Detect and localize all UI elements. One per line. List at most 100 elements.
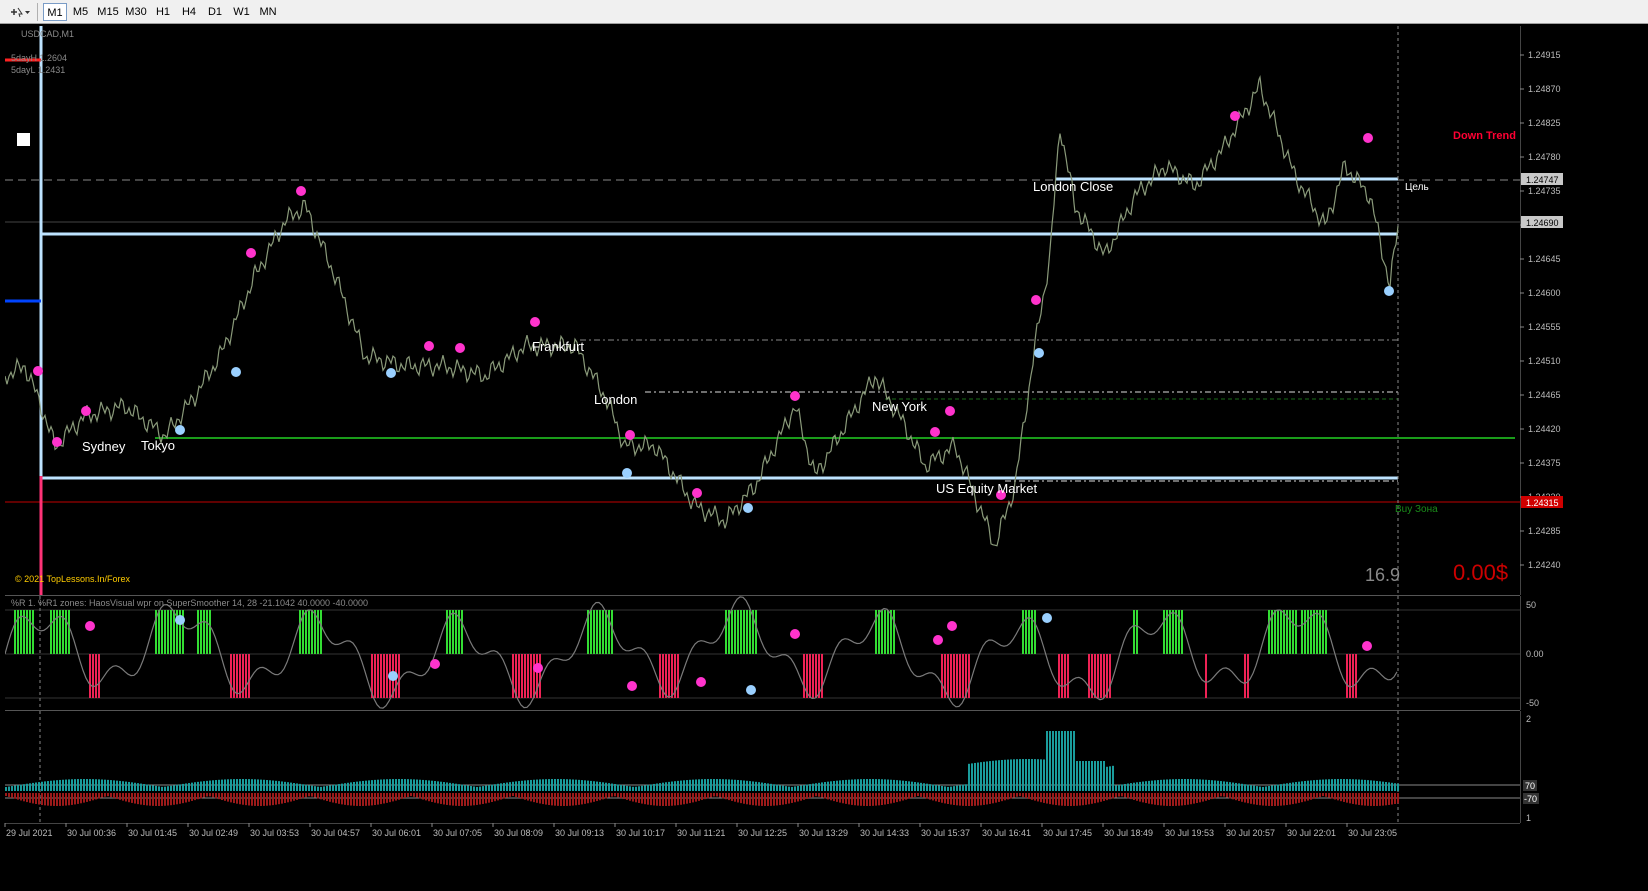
buy-arrow-icon: [1384, 286, 1394, 296]
sell-arrow-icon: [945, 406, 955, 416]
time-tick: 30 Jul 18:49: [1104, 828, 1153, 838]
sell-arrow-icon: [625, 430, 635, 440]
oscillator-title: %R 1. %R1 zones: HaosVisual wpr on Super…: [11, 598, 368, 608]
wpr-oscillator-pane[interactable]: %R 1. %R1 zones: HaosVisual wpr on Super…: [4, 596, 1520, 711]
price-tick: 1.24915: [1528, 50, 1561, 60]
sell-arrow-icon: [627, 681, 637, 691]
session-frankfurt: Frankfurt: [532, 339, 584, 354]
session-new-york: New York: [872, 399, 927, 414]
time-tick: 30 Jul 00:36: [67, 828, 116, 838]
sell-arrow-icon: [33, 366, 43, 376]
hist-tick-1: 1: [1526, 813, 1531, 823]
time-tick: 30 Jul 22:01: [1287, 828, 1336, 838]
time-tick: 30 Jul 04:57: [311, 828, 360, 838]
session-london: London: [594, 392, 637, 407]
price-tick: 1.24465: [1528, 390, 1561, 400]
sell-arrow-icon: [81, 406, 91, 416]
info-line-1: 5dayH 1.2604: [11, 53, 67, 63]
price-tick: 1.24780: [1528, 152, 1561, 162]
price-axis[interactable]: 1.24915 1.24870 1.24825 1.24780 1.24735 1.246…: [1519, 26, 1648, 604]
time-axis[interactable]: 29 Jul 2021 30 Jul 00:36 30 Jul 01:45 30 Ju…: [0, 822, 1648, 886]
checkbox-icon[interactable]: [17, 133, 30, 146]
timeframe-d1-button[interactable]: D1: [202, 3, 228, 21]
buy-zone-label: Buy Зона: [1395, 504, 1438, 515]
timeframe-m15-button[interactable]: M15: [94, 3, 122, 21]
osc-tick-minus50: -50: [1526, 698, 1539, 708]
histogram-axis: 2 70 -70 1: [1519, 711, 1648, 823]
price-series: [4, 75, 1399, 547]
time-tick: 30 Jul 20:57: [1226, 828, 1275, 838]
time-tick: 30 Jul 10:17: [616, 828, 665, 838]
time-tick: 30 Jul 03:53: [250, 828, 299, 838]
time-tick: 30 Jul 02:49: [189, 828, 238, 838]
sell-arrow-icon: [52, 437, 62, 447]
sell-arrow-icon: [696, 677, 706, 687]
timeframe-m1-button[interactable]: M1: [43, 3, 67, 21]
buy-arrow-icon: [1042, 613, 1052, 623]
timeframe-mn-button[interactable]: MN: [255, 3, 281, 21]
sell-arrow-icon: [85, 621, 95, 631]
time-tick: 30 Jul 19:53: [1165, 828, 1214, 838]
osc-tick-0: 0.00: [1526, 649, 1544, 659]
trend-label: Down Trend: [1453, 130, 1516, 142]
time-tick: 30 Jul 08:09: [494, 828, 543, 838]
price-tick: 1.24420: [1528, 424, 1561, 434]
buy-arrow-icon: [175, 615, 185, 625]
price-tick: 1.24285: [1528, 526, 1561, 536]
current-price: 1.24690: [1526, 218, 1559, 228]
buy-arrow-icon: [746, 685, 756, 695]
target-price: 1.24747: [1526, 175, 1559, 185]
sell-arrow-icon: [692, 488, 702, 498]
sell-arrow-icon: [430, 659, 440, 669]
timeframe-toolbar: M1 M5 M15 M30 H1 H4 D1 W1 MN: [0, 0, 1648, 24]
session-sydney: Sydney: [82, 439, 126, 454]
price-tick: 1.24735: [1528, 186, 1561, 196]
sell-arrow-icon: [246, 248, 256, 258]
sell-arrow-icon: [1031, 295, 1041, 305]
time-tick: 30 Jul 16:41: [982, 828, 1031, 838]
timeframe-w1-button[interactable]: W1: [228, 3, 255, 21]
copyright-label: © 2021 TopLessons.In/Forex: [15, 574, 131, 584]
price-tick: 1.24240: [1528, 560, 1561, 570]
session-us-equity: US Equity Market: [936, 481, 1038, 496]
time-tick: 30 Jul 09:13: [555, 828, 604, 838]
time-tick: 30 Jul 13:29: [799, 828, 848, 838]
sell-arrow-icon: [424, 341, 434, 351]
buy-arrow-icon: [231, 367, 241, 377]
price-chart-pane[interactable]: USDCAD,M1 5dayH 1.2604 5dayL 1.2431 Sydn…: [4, 26, 1520, 596]
crosshair-icon[interactable]: [6, 3, 32, 21]
time-tick: 29 Jul 2021: [6, 828, 53, 838]
oscillator-axis: 50 0.00 -50: [1519, 596, 1648, 710]
timeframe-m5-button[interactable]: M5: [67, 3, 94, 21]
timeframe-m30-button[interactable]: M30: [122, 3, 150, 21]
osc-tick-50: 50: [1526, 600, 1536, 610]
sell-arrow-icon: [1363, 133, 1373, 143]
sell-arrow-icon: [1362, 641, 1372, 651]
hist-tick-70: 70: [1525, 781, 1535, 791]
buy-arrow-icon: [743, 503, 753, 513]
session-tokyo: Tokyo: [141, 438, 175, 453]
price-tick: 1.24600: [1528, 288, 1561, 298]
time-tick: 30 Jul 01:45: [128, 828, 177, 838]
sell-arrow-icon: [790, 391, 800, 401]
buy-arrow-icon: [386, 368, 396, 378]
target-label: Цель: [1405, 182, 1429, 193]
symbol-label: USDCAD,M1: [21, 29, 74, 39]
time-tick: 30 Jul 07:05: [433, 828, 482, 838]
timeframe-h1-button[interactable]: H1: [150, 3, 176, 21]
price-tick: 1.24825: [1528, 118, 1561, 128]
session-london-close: London Close: [1033, 179, 1113, 194]
time-tick: 30 Jul 17:45: [1043, 828, 1092, 838]
time-tick: 30 Jul 15:37: [921, 828, 970, 838]
time-tick: 30 Jul 06:01: [372, 828, 421, 838]
price-tick: 1.24195: [1528, 594, 1561, 595]
sell-arrow-icon: [1230, 111, 1240, 121]
buy-arrow-icon: [622, 468, 632, 478]
price-tick: 1.24555: [1528, 322, 1561, 332]
info-line-2: 5dayL 1.2431: [11, 65, 65, 75]
price-tick: 1.24645: [1528, 254, 1561, 264]
time-tick: 30 Jul 12:25: [738, 828, 787, 838]
red-level-price: 1.24315: [1526, 498, 1559, 508]
histogram-pane[interactable]: [5, 711, 1520, 823]
timeframe-h4-button[interactable]: H4: [176, 3, 202, 21]
